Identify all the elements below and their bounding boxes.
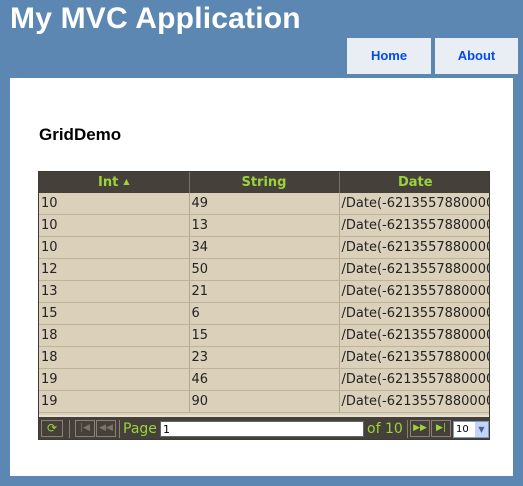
grid-header-row: Int ▲ String Date xyxy=(39,172,489,193)
cell-string: 34 xyxy=(189,236,340,259)
cell-date: /Date(-62135578800000)/ xyxy=(339,346,489,369)
table-row[interactable]: 1321/Date(-62135578800000)/ xyxy=(39,280,489,303)
column-header-label: Date xyxy=(397,175,433,190)
cell-date: /Date(-62135578800000)/ xyxy=(339,280,489,303)
cell-string: 46 xyxy=(189,368,340,391)
data-grid: Int ▲ String Date 10 49/Date(-621355788000… xyxy=(38,171,490,440)
cell-int: 10 xyxy=(39,193,190,215)
column-header-date[interactable]: Date xyxy=(339,172,489,193)
table-row[interactable]: 1049/Date(-62135578800000)/ xyxy=(39,193,489,215)
table-row[interactable]: 1815/Date(-62135578800000)/ xyxy=(39,324,489,347)
column-header-label: String xyxy=(241,175,287,190)
pager-total-label: of 10 xyxy=(367,421,403,437)
cell-string: 6 xyxy=(189,302,340,325)
grid-pager: ⟳ |◀ ◀◀ Page of 10 ▶▶ ▶| 10 ▼ xyxy=(39,415,489,439)
cell-date: /Date(-62135578800000)/ xyxy=(339,302,489,325)
app-title: My MVC Application xyxy=(10,2,301,35)
cell-string: 49 xyxy=(189,193,340,215)
table-row[interactable]: 1034/Date(-62135578800000)/ xyxy=(39,236,489,259)
cell-string: 15 xyxy=(189,324,340,347)
pager-page-label: Page xyxy=(123,421,157,437)
main-content: GridDemo Int ▲ String Date 10 49/Date(-621… xyxy=(10,78,513,476)
cell-int: 19 xyxy=(39,368,190,391)
column-header-string[interactable]: String xyxy=(189,172,340,193)
prev-page-icon: ◀◀ xyxy=(99,423,113,433)
table-row[interactable]: 1946/Date(-62135578800000)/ xyxy=(39,368,489,391)
page-size-value: 10 xyxy=(456,424,469,435)
grid-body: 1049/Date(-62135578800000)/1013/Date(-62… xyxy=(39,193,489,413)
cell-string: 50 xyxy=(189,258,340,281)
pager-separator xyxy=(119,420,120,438)
table-row[interactable]: 1250/Date(-62135578800000)/ xyxy=(39,258,489,281)
cell-date: /Date(-62135578800000)/ xyxy=(339,214,489,237)
first-page-icon: |◀ xyxy=(80,423,90,433)
next-page-icon: ▶▶ xyxy=(413,423,427,433)
column-header-int[interactable]: Int ▲ xyxy=(39,172,190,193)
cell-string: 13 xyxy=(189,214,340,237)
cell-string: 23 xyxy=(189,346,340,369)
cell-int: 13 xyxy=(39,280,190,303)
cell-date: /Date(-62135578800000)/ xyxy=(339,193,489,215)
pager-separator xyxy=(407,420,408,438)
cell-date: /Date(-62135578800000)/ xyxy=(339,390,489,413)
cell-date: /Date(-62135578800000)/ xyxy=(339,236,489,259)
pager-separator xyxy=(69,420,70,438)
menu-tab-home[interactable]: Home xyxy=(347,38,431,74)
next-page-button[interactable]: ▶▶ xyxy=(410,420,430,437)
page-size-select[interactable]: 10 ▼ xyxy=(453,421,489,438)
main-menu: Home About xyxy=(347,38,523,74)
page-number-input[interactable] xyxy=(160,421,364,437)
cell-int: 10 xyxy=(39,236,190,259)
cell-int: 10 xyxy=(39,214,190,237)
cell-int: 18 xyxy=(39,346,190,369)
cell-date: /Date(-62135578800000)/ xyxy=(339,324,489,347)
chevron-down-icon: ▼ xyxy=(475,422,488,437)
cell-int: 12 xyxy=(39,258,190,281)
cell-int: 19 xyxy=(39,390,190,413)
table-row[interactable]: 1990/Date(-62135578800000)/ xyxy=(39,390,489,413)
refresh-button[interactable]: ⟳ xyxy=(41,420,63,437)
cell-date: /Date(-62135578800000)/ xyxy=(339,368,489,391)
first-page-button[interactable]: |◀ xyxy=(75,420,95,437)
sort-ascending-icon: ▲ xyxy=(123,177,130,186)
refresh-icon: ⟳ xyxy=(46,421,58,435)
table-row[interactable]: 1013/Date(-62135578800000)/ xyxy=(39,214,489,237)
cell-int: 18 xyxy=(39,324,190,347)
page-title: GridDemo xyxy=(39,125,122,144)
last-page-button[interactable]: ▶| xyxy=(431,420,451,437)
table-row[interactable]: 1823/Date(-62135578800000)/ xyxy=(39,346,489,369)
table-row[interactable]: 156/Date(-62135578800000)/ xyxy=(39,302,489,325)
cell-int: 15 xyxy=(39,302,190,325)
cell-date: /Date(-62135578800000)/ xyxy=(339,258,489,281)
column-header-label: Int xyxy=(98,175,119,190)
last-page-icon: ▶| xyxy=(436,423,446,433)
cell-string: 90 xyxy=(189,390,340,413)
cell-string: 21 xyxy=(189,280,340,303)
grid-table: Int ▲ String Date 10 49/Date(-621355788000… xyxy=(39,172,489,413)
prev-page-button[interactable]: ◀◀ xyxy=(96,420,116,437)
menu-tab-about[interactable]: About xyxy=(435,38,518,74)
